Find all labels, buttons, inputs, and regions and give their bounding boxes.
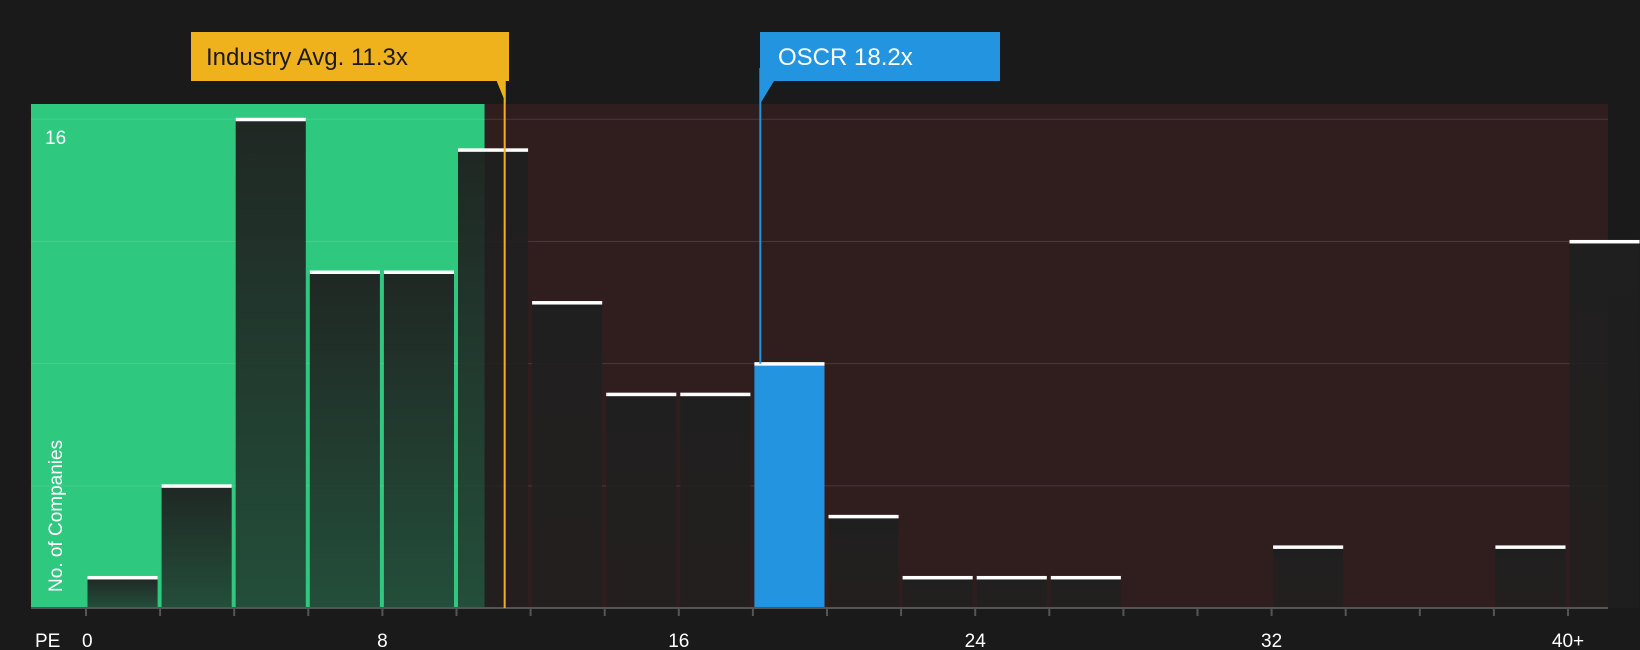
histogram-bar <box>902 577 973 608</box>
x-tick-label: 24 <box>965 631 987 650</box>
histogram-bar <box>235 119 306 608</box>
histogram-bar <box>1495 546 1566 608</box>
bar-cap <box>532 301 603 305</box>
bar-cap <box>680 392 751 397</box>
bar-cap <box>606 392 677 397</box>
bar-cap <box>235 117 306 122</box>
x-ticks: 0 8 16 24 32 40+ <box>82 608 1584 650</box>
histogram-bar <box>161 485 232 608</box>
bar-cap <box>87 575 158 580</box>
histogram-bar <box>309 272 380 608</box>
bar-cap <box>1273 545 1344 549</box>
histogram-bar <box>1050 577 1121 608</box>
x-tick-label: 40+ <box>1552 631 1584 650</box>
x-axis-label: PE <box>35 631 60 650</box>
bar-cap <box>1050 575 1121 580</box>
x-tick-label: 32 <box>1261 631 1282 650</box>
histogram-bar <box>1569 241 1640 609</box>
x-tick-label: 0 <box>82 631 93 650</box>
histogram-bar <box>680 394 751 608</box>
bar-cap <box>458 148 529 152</box>
y-axis-label: No. of Companies <box>46 440 67 592</box>
x-tick-label: 8 <box>377 631 388 650</box>
company-pe-label: OSCR 18.2x <box>778 44 913 71</box>
bar-cap <box>161 484 232 488</box>
histogram-bar <box>87 577 158 608</box>
histogram-bar <box>754 363 825 608</box>
bar-cap <box>1495 545 1566 549</box>
histogram-bar <box>606 394 677 608</box>
y-tick-label: 16 <box>45 128 66 149</box>
bar-cap <box>383 270 454 274</box>
histogram-bar <box>1273 546 1344 608</box>
bar-cap <box>754 362 825 366</box>
bar-cap <box>902 575 973 580</box>
histogram-bar <box>532 302 603 608</box>
bar-cap <box>1569 239 1640 244</box>
industry-avg-label: Industry Avg. 11.3x <box>206 44 408 71</box>
bar-cap <box>828 514 899 519</box>
histogram-bar <box>458 149 529 608</box>
bar-cap <box>976 575 1047 580</box>
histogram-bar <box>828 516 899 608</box>
histogram-bar <box>383 272 454 608</box>
pe-histogram-chart: 0 8 16 24 32 40+ 16 No. of Companies PE Indus… <box>31 32 1640 650</box>
x-tick-label: 16 <box>668 631 689 650</box>
bar-cap <box>309 270 380 274</box>
histogram-bar <box>976 577 1047 608</box>
